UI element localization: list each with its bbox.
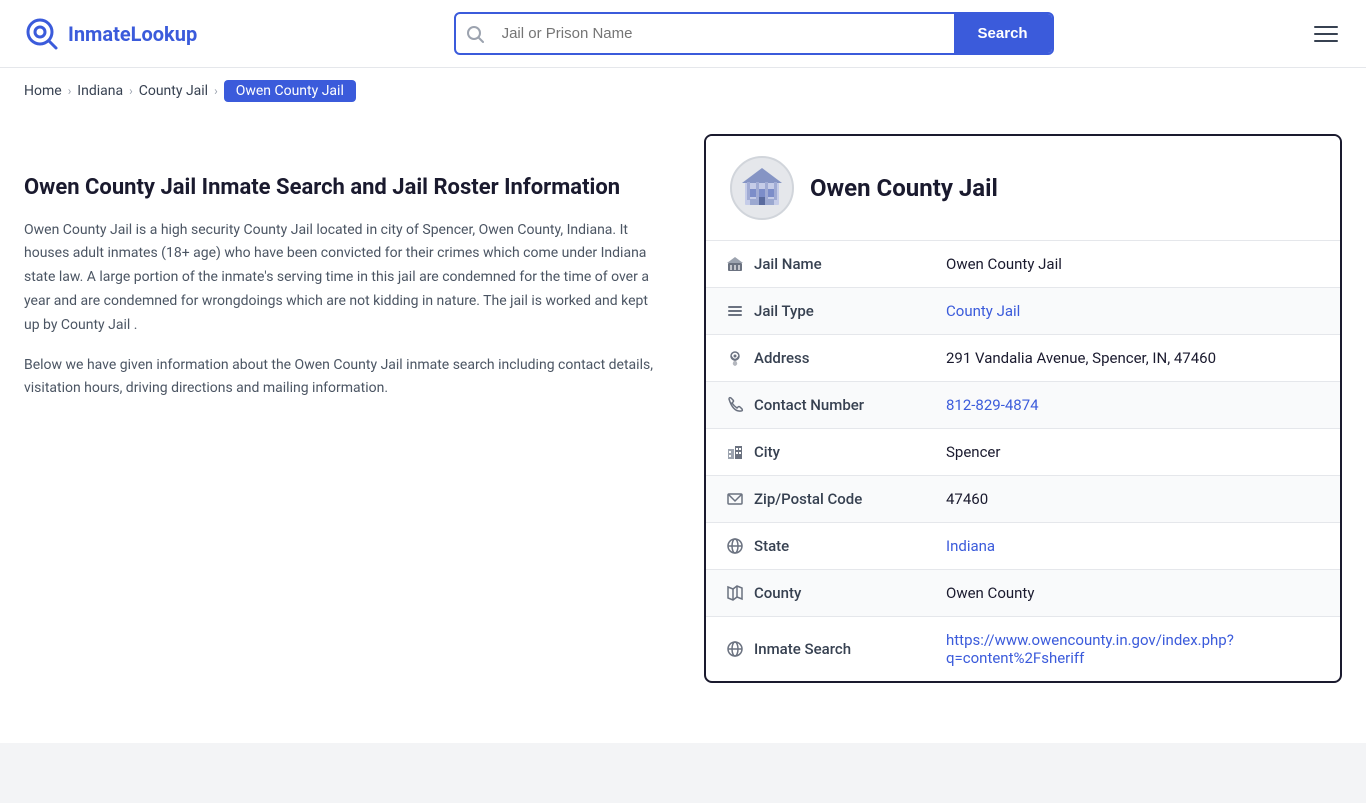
logo-text: InmateLookup: [68, 22, 197, 46]
row-icon: [726, 396, 744, 414]
row-icon: [726, 584, 744, 602]
label-cell: Jail Name: [706, 241, 926, 288]
row-icon: [726, 302, 744, 320]
breadcrumb-sep-2: ›: [129, 84, 133, 98]
label-cell: Inmate Search: [706, 617, 926, 682]
row-label: City: [754, 443, 780, 461]
row-label: Jail Name: [754, 255, 822, 273]
table-row: State Indiana: [706, 523, 1340, 570]
menu-button[interactable]: [1310, 22, 1342, 46]
label-cell: County: [706, 570, 926, 617]
footer-bar: [0, 743, 1366, 803]
row-icon: [726, 255, 744, 273]
page-description: Owen County Jail is a high security Coun…: [24, 219, 664, 338]
logo-icon: [24, 16, 60, 52]
row-label: Zip/Postal Code: [754, 490, 862, 508]
breadcrumb-sep-1: ›: [68, 84, 72, 98]
table-row: Jail Name Owen County Jail: [706, 241, 1340, 288]
left-panel: Owen County Jail Inmate Search and Jail …: [24, 134, 664, 683]
row-label: Inmate Search: [754, 640, 851, 658]
logo-suffix: Lookup: [131, 22, 198, 46]
breadcrumb: Home › Indiana › County Jail › Owen Coun…: [0, 68, 1366, 114]
page-title: Owen County Jail Inmate Search and Jail …: [24, 174, 664, 203]
label-cell: Jail Type: [706, 288, 926, 335]
value-cell[interactable]: County Jail: [926, 288, 1340, 335]
row-icon: [726, 537, 744, 555]
breadcrumb-indiana[interactable]: Indiana: [77, 83, 123, 99]
search-area: Search: [454, 12, 1054, 55]
row-link[interactable]: 812-829-4874: [946, 396, 1039, 414]
row-icon: [726, 490, 744, 508]
value-cell: 47460: [926, 476, 1340, 523]
jail-avatar: [730, 156, 794, 220]
row-icon: [726, 640, 744, 658]
row-label: Address: [754, 349, 810, 367]
table-row: Inmate Search https://www.owencounty.in.g…: [706, 617, 1340, 682]
table-row: Jail Type County Jail: [706, 288, 1340, 335]
row-link[interactable]: Indiana: [946, 537, 995, 555]
page-description2: Below we have given information about th…: [24, 354, 664, 402]
value-cell: Owen County: [926, 570, 1340, 617]
label-cell: Zip/Postal Code: [706, 476, 926, 523]
row-label: Contact Number: [754, 396, 864, 414]
table-row: Zip/Postal Code 47460: [706, 476, 1340, 523]
site-header: InmateLookup Search: [0, 0, 1366, 68]
value-cell: Owen County Jail: [926, 241, 1340, 288]
table-row: County Owen County: [706, 570, 1340, 617]
row-icon: [726, 443, 744, 461]
row-link[interactable]: County Jail: [946, 302, 1020, 320]
label-cell: Address: [706, 335, 926, 382]
info-table: Jail Name Owen County Jail Jail Type County…: [706, 241, 1340, 681]
value-cell[interactable]: https://www.owencounty.in.gov/index.php?…: [926, 617, 1340, 682]
value-cell: Spencer: [926, 429, 1340, 476]
value-cell: 291 Vandalia Avenue, Spencer, IN, 47460: [926, 335, 1340, 382]
row-label: Jail Type: [754, 302, 814, 320]
table-row: Address 291 Vandalia Avenue, Spencer, IN,…: [706, 335, 1340, 382]
table-row: Contact Number 812-829-4874: [706, 382, 1340, 429]
label-cell: Contact Number: [706, 382, 926, 429]
logo[interactable]: InmateLookup: [24, 16, 197, 52]
breadcrumb-current: Owen County Jail: [224, 80, 356, 102]
table-row: City Spencer: [706, 429, 1340, 476]
search-wrapper: Search: [454, 12, 1054, 55]
row-label: State: [754, 537, 789, 555]
breadcrumb-home[interactable]: Home: [24, 83, 62, 99]
info-card: Owen County Jail Jail Name Owen County Ja…: [704, 134, 1342, 683]
breadcrumb-sep-3: ›: [214, 84, 218, 98]
card-title: Owen County Jail: [810, 174, 998, 202]
row-link[interactable]: https://www.owencounty.in.gov/index.php?…: [946, 631, 1234, 667]
card-header: Owen County Jail: [706, 136, 1340, 241]
right-panel: Owen County Jail Jail Name Owen County Ja…: [704, 134, 1342, 683]
label-cell: State: [706, 523, 926, 570]
row-label: County: [754, 584, 801, 602]
value-cell[interactable]: 812-829-4874: [926, 382, 1340, 429]
search-input[interactable]: [494, 15, 954, 52]
logo-prefix: Inmate: [68, 22, 131, 46]
breadcrumb-county-jail[interactable]: County Jail: [139, 83, 208, 99]
value-cell[interactable]: Indiana: [926, 523, 1340, 570]
main-content: Owen County Jail Inmate Search and Jail …: [0, 114, 1366, 703]
row-icon: [726, 349, 744, 367]
search-icon: [456, 25, 494, 43]
label-cell: City: [706, 429, 926, 476]
search-button[interactable]: Search: [954, 14, 1052, 53]
